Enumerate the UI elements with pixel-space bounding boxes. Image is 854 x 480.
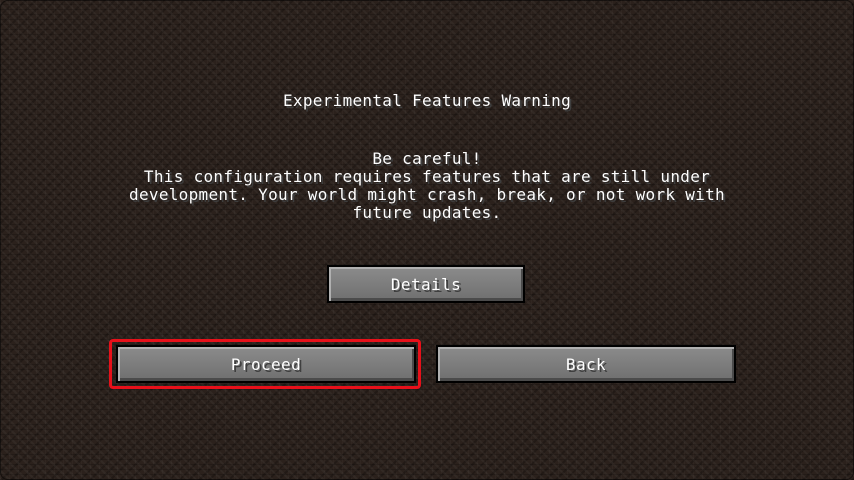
details-button[interactable]: Details (327, 265, 525, 303)
details-button-label: Details (390, 274, 462, 294)
back-button[interactable]: Back (436, 345, 736, 383)
message-line: Be careful! (372, 149, 482, 168)
message-line: future updates. (352, 203, 502, 222)
message-line: development. Your world might crash, bre… (129, 185, 725, 204)
screen-title: Experimental Features Warning (282, 91, 572, 110)
proceed-button-label: Proceed (230, 354, 302, 374)
back-button-label: Back (565, 354, 607, 374)
warning-screen: Experimental Features Warning Be careful… (0, 0, 854, 480)
message-line: This configuration requires features tha… (143, 167, 711, 186)
proceed-button[interactable]: Proceed (116, 345, 416, 383)
warning-message: Be careful! This configuration requires … (100, 150, 754, 222)
